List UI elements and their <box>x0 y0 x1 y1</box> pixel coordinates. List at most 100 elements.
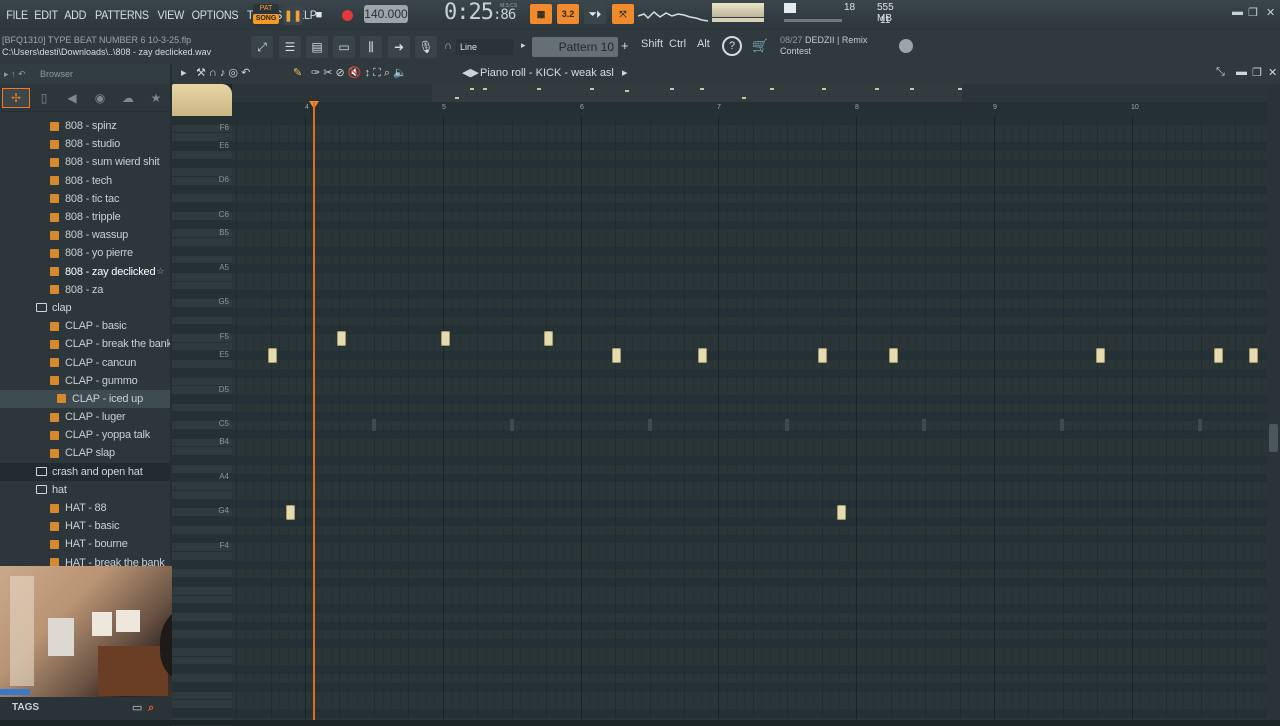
ctrl-key[interactable]: Ctrl <box>669 38 686 50</box>
browser-file[interactable]: CLAP - iced up <box>0 389 170 408</box>
piano-key[interactable] <box>172 517 232 526</box>
browser-nav-icon[interactable]: ▸ ↑ ↶ <box>4 64 26 84</box>
edit-tools-icon[interactable]: ✑ ✂ ⊘ 🔇 ↕ ⛶ ⌕ 🔈 <box>311 66 407 80</box>
piano-key[interactable] <box>172 395 232 404</box>
piano-key[interactable] <box>172 368 232 378</box>
note[interactable]: E5 <box>818 348 827 363</box>
note[interactable]: E5 <box>1096 348 1105 363</box>
add-pattern-icon[interactable]: + <box>621 38 629 53</box>
piano-key[interactable] <box>172 482 232 491</box>
piano-key[interactable] <box>172 596 232 605</box>
browser-cloud-tab[interactable]: ☁ <box>114 91 142 105</box>
browser-file[interactable]: 808 - tech <box>0 172 170 190</box>
arrow-right-icon[interactable]: ➜ <box>388 36 410 58</box>
browser-folder[interactable]: clap <box>0 299 170 317</box>
cart-icon[interactable]: 🛒 <box>752 38 768 54</box>
pr-minimize-icon[interactable]: ▬ <box>1236 66 1247 78</box>
piano-keyboard[interactable]: F6 E6 D6 C6 B5 A5 G5 F5 E5 D5 C5 B4 A4 G4 F4 <box>172 116 232 726</box>
browser-file[interactable]: HAT - basic <box>0 517 170 535</box>
browser-file[interactable]: CLAP - gummo <box>0 372 170 390</box>
piano-roll-icon[interactable]: ▤ <box>306 36 328 58</box>
menu-patterns[interactable]: PATTERNS <box>93 8 150 22</box>
piano-key[interactable] <box>172 648 232 657</box>
piano-key[interactable] <box>172 621 232 631</box>
note[interactable]: E5 <box>268 348 277 363</box>
browser-file[interactable]: CLAP - basic <box>0 317 170 335</box>
menu-view[interactable]: VIEW <box>155 8 185 22</box>
browser-file[interactable]: 808 - za <box>0 281 170 299</box>
vertical-scrollbar[interactable] <box>1267 84 1280 720</box>
wait-input-icon[interactable]: ⏷⏵ <box>584 4 606 24</box>
piano-key[interactable] <box>172 657 232 666</box>
maximize-icon[interactable]: ❐ <box>1248 6 1258 19</box>
piano-key[interactable] <box>172 665 232 675</box>
note[interactable]: G4 <box>286 505 295 520</box>
search-icon[interactable]: ⌕ <box>148 697 154 719</box>
piano-key[interactable] <box>172 360 232 369</box>
browser-file[interactable]: HAT - 88 <box>0 499 170 517</box>
note[interactable]: G4 <box>837 505 846 520</box>
menu-edit[interactable]: EDIT <box>33 8 60 22</box>
browser-file[interactable]: CLAP - cancun <box>0 353 170 371</box>
piano-key[interactable] <box>172 700 232 709</box>
piano-key[interactable] <box>172 630 232 640</box>
browser-folder[interactable]: crash and open hat <box>0 462 170 481</box>
menu-file[interactable]: FILE <box>4 8 29 22</box>
blend-notes-icon[interactable]: ⤧ <box>612 4 634 24</box>
piano-key[interactable] <box>172 307 232 317</box>
piano-key[interactable] <box>172 552 232 561</box>
pause-button[interactable]: ❚❚ <box>283 5 303 25</box>
piano-key[interactable] <box>172 604 232 614</box>
note[interactable]: E5 <box>1214 348 1223 363</box>
detach-icon[interactable]: ⤡ <box>1216 66 1225 79</box>
magnet-icon[interactable]: ∩ <box>444 40 452 52</box>
note[interactable]: E5 <box>698 348 707 363</box>
browser-file[interactable]: CLAP - yoppa talk <box>0 426 170 444</box>
browser-favorites-tab[interactable]: ★ <box>142 91 170 105</box>
browser-file[interactable]: 808 - yo pierre <box>0 244 170 262</box>
browser-file[interactable]: CLAP slap <box>0 444 170 462</box>
piano-key[interactable] <box>172 674 232 683</box>
pr-maximize-icon[interactable]: ❐ <box>1252 66 1262 79</box>
browser-file[interactable]: CLAP - luger <box>0 408 170 426</box>
browser-project-tab[interactable]: ◉ <box>86 91 114 105</box>
menu-add[interactable]: ADD <box>63 8 89 22</box>
piano-key[interactable] <box>172 692 232 701</box>
favorite-star-icon[interactable]: ☆ <box>156 266 164 277</box>
piano-key[interactable] <box>172 447 232 457</box>
tools-icon[interactable]: ⚒ ∩ ♪ ◎ ↶ <box>196 66 250 79</box>
pr-close-icon[interactable]: ✕ <box>1268 66 1277 79</box>
piano-key[interactable] <box>172 560 232 570</box>
piano-key[interactable] <box>172 639 232 648</box>
piano-roll-corner[interactable] <box>172 84 232 116</box>
note-grid[interactable]: E5 F5 F5 F5 E5 E5 E5 E5 E5 E5 E5 G4 G4 <box>232 116 1267 720</box>
piano-key[interactable] <box>172 526 232 535</box>
piano-key[interactable] <box>172 708 232 718</box>
browser-file[interactable]: 808 - studio <box>0 135 170 153</box>
timeline-ruler[interactable]: 4 5 6 7 8 9 10 <box>232 102 1267 116</box>
plugin-icon[interactable]: ⫼ <box>360 36 382 58</box>
alt-key[interactable]: Alt <box>697 38 710 50</box>
browser-folder[interactable]: hat <box>0 481 170 499</box>
pencil-icon[interactable]: ✎ <box>293 66 302 79</box>
piano-roll-menu-icon[interactable]: ▸ <box>181 66 187 79</box>
pattern-selector[interactable]: Pattern 10 <box>532 37 618 57</box>
metronome-icon[interactable]: ▦ <box>530 4 552 24</box>
piano-key[interactable] <box>172 456 232 465</box>
globe-icon[interactable] <box>899 39 913 53</box>
note[interactable]: E5 <box>612 348 621 363</box>
minimize-icon[interactable]: ▬ <box>1232 6 1243 18</box>
piano-key[interactable] <box>172 613 232 622</box>
piano-key[interactable] <box>172 246 232 256</box>
piano-key[interactable] <box>172 404 232 413</box>
pattern-overview[interactable] <box>232 84 1267 102</box>
piano-key[interactable] <box>172 587 232 596</box>
pattern-prev-icon[interactable]: ▸ <box>521 40 526 51</box>
menu-options[interactable]: OPTIONS <box>190 8 240 22</box>
piano-key[interactable] <box>172 578 232 587</box>
browser-file[interactable]: 808 - spinz <box>0 117 170 135</box>
piano-key[interactable] <box>172 718 232 726</box>
note[interactable]: F5 <box>544 331 553 346</box>
note[interactable]: F5 <box>441 331 450 346</box>
microphone-icon[interactable]: 🎙 <box>415 36 437 58</box>
